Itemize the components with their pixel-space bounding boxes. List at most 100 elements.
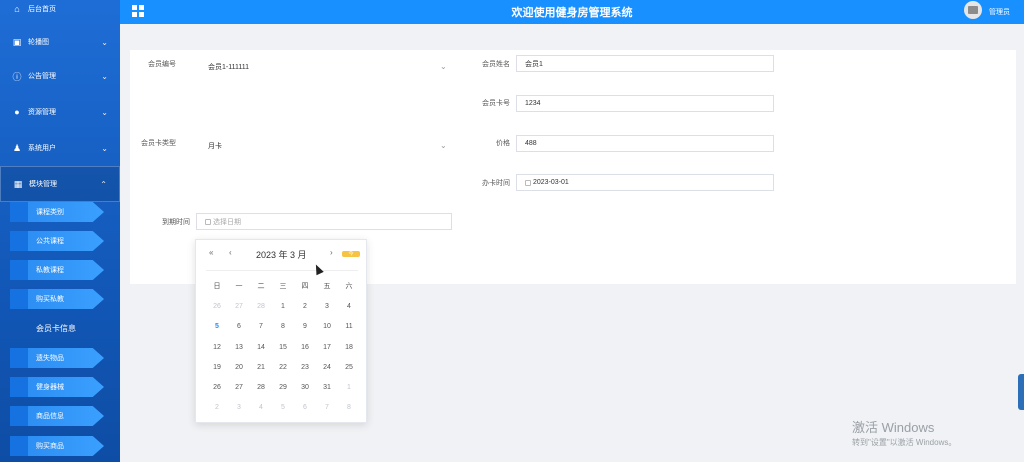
sidebar-item-label: 轮播图 [28,39,49,46]
date-cell[interactable]: 1 [272,303,294,310]
expire-placeholder: 选择日期 [213,218,241,226]
page-title: 欢迎使用健身房管理系统 [511,7,633,19]
date-cell[interactable]: 20 [228,364,250,371]
date-cell[interactable]: 25 [338,364,360,371]
image-icon: ▣ [12,36,22,47]
sidebar-item-home[interactable]: ⌂ 后台首页 [0,0,120,18]
date-cell[interactable]: 28 [250,384,272,391]
sidebar-subitem-label: 购买商品 [36,443,64,450]
card-type-select[interactable]: 月卡 ⌄ [208,137,452,154]
member-no-label: 会员编号 [148,61,176,68]
date-cell[interactable]: 12 [206,344,228,351]
date-cell[interactable]: 1 [338,384,360,391]
chevron-up-icon: ⌃ [100,179,107,189]
card-type-value: 月卡 [208,142,222,150]
week-row: 19 20 21 22 23 24 25 [206,357,360,377]
date-cell[interactable]: 13 [228,344,250,351]
card-no-field[interactable]: 1234 [516,95,774,112]
sidebar-item-carousel[interactable]: ▣ 轮播图 ⌄ [0,24,120,60]
date-cell[interactable]: 24 [316,364,338,371]
date-cell[interactable]: 8 [338,404,360,411]
prev-month-button[interactable]: ‹ [229,248,232,257]
sidebar-subitem-equipment[interactable]: 健身器械 [10,377,104,397]
date-cell[interactable]: 11 [338,323,360,330]
date-cell[interactable]: 21 [250,364,272,371]
sidebar-subitem-buy-product[interactable]: 购买商品 [10,436,104,456]
date-cell[interactable]: 2 [294,303,316,310]
date-cell[interactable]: 4 [250,404,272,411]
weekday-label: 五 [323,283,331,291]
date-cell[interactable]: 27 [228,303,250,310]
member-no-select[interactable]: 会员1-111111 ⌄ [208,58,452,75]
date-cell[interactable]: 26 [206,303,228,310]
sidebar-subitem-lost-items[interactable]: 遗失物品 [10,348,104,368]
sidebar-subitem-product-info[interactable]: 商品信息 [10,406,104,426]
date-cell[interactable]: 7 [316,404,338,411]
sidebar-subitem-label: 购买私教 [36,296,64,303]
sidebar-item-label: 资源管理 [28,109,56,116]
date-cell[interactable]: 29 [272,384,294,391]
date-cell[interactable]: 6 [228,323,250,330]
date-cell[interactable]: 30 [294,384,316,391]
card-no-label: 会员卡号 [482,100,510,107]
chevron-down-icon: ⌄ [101,37,108,47]
user-name[interactable]: 管理员 [989,7,1010,17]
date-cell[interactable]: 23 [294,364,316,371]
date-cell[interactable]: 15 [272,344,294,351]
date-cell[interactable]: 2 [206,404,228,411]
info-icon: ⓘ [12,71,22,82]
sidebar-item-sysuser[interactable]: ♟ 系统用户 ⌄ [0,130,120,166]
date-cell[interactable]: 22 [272,364,294,371]
next-month-button[interactable]: › [330,248,333,257]
sidebar-item-module[interactable]: ▦ 模块管理 ⌃ [0,166,120,202]
sidebar-item-label: 后台首页 [28,6,56,13]
member-name-field[interactable]: 会员1 [516,55,774,72]
card-type-label: 会员卡类型 [141,140,176,147]
date-cell[interactable]: 16 [294,344,316,351]
date-cell[interactable]: 28 [250,303,272,310]
issue-time-field[interactable]: 2023-03-01 [516,174,774,191]
today-button[interactable]: 今 [342,251,360,257]
date-cell[interactable]: 31 [316,384,338,391]
date-cell[interactable]: 8 [272,323,294,330]
windows-watermark-subtitle: 转到"设置"以激活 Windows。 [852,438,957,447]
date-cell[interactable]: 6 [294,404,316,411]
sidebar-item-announce[interactable]: ⓘ 公告管理 ⌄ [0,58,120,94]
date-cell[interactable]: 18 [338,344,360,351]
date-grid: 日一二三四五六 26 27 28 1 2 3 4 5 6 7 8 9 10 11 12 13 14 15 16 17 18… [206,276,360,418]
date-cell[interactable]: 5 [272,404,294,411]
date-cell[interactable]: 17 [316,344,338,351]
price-field[interactable]: 488 [516,135,774,152]
image-icon [968,6,978,14]
sidebar-item-resource[interactable]: ● 资源管理 ⌄ [0,94,120,130]
member-name-label: 会员姓名 [482,61,510,68]
sidebar-subitem-member-card[interactable]: 会员卡信息 [10,318,104,338]
side-float-tab[interactable] [1018,374,1024,410]
issue-time-value: 2023-03-01 [533,179,569,186]
avatar[interactable] [964,1,982,19]
issue-time-label: 办卡时间 [482,180,510,187]
date-cell[interactable]: 3 [316,303,338,310]
date-cell[interactable]: 14 [250,344,272,351]
date-cell[interactable]: 3 [228,404,250,411]
weekday-header-row: 日一二三四五六 [206,276,360,296]
sidebar-subitem-private-course[interactable]: 私教课程 [10,260,104,280]
prev-year-button[interactable]: « [209,248,213,257]
date-cell[interactable]: 7 [250,323,272,330]
date-cell[interactable]: 4 [338,303,360,310]
sidebar-subitem-buy-private[interactable]: 购买私教 [10,289,104,309]
date-picker-header: « ‹ 2023 年 3 月 › 今 [196,248,368,262]
price-value: 488 [525,140,537,147]
sidebar-subitem-course-category[interactable]: 课程类别 [10,202,104,222]
date-cell[interactable]: 5 [206,323,228,330]
sidebar-subitem-public-course[interactable]: 公共课程 [10,231,104,251]
date-cell[interactable]: 26 [206,384,228,391]
week-row: 2345678 [206,398,360,418]
expire-date-field[interactable]: 选择日期 [196,213,452,230]
date-cell[interactable]: 19 [206,364,228,371]
date-cell[interactable]: 9 [294,323,316,330]
date-cell[interactable]: 10 [316,323,338,330]
weekday-label: 三 [279,283,287,291]
date-cell[interactable]: 27 [228,384,250,391]
sidebar-subitem-label: 课程类别 [36,209,64,216]
